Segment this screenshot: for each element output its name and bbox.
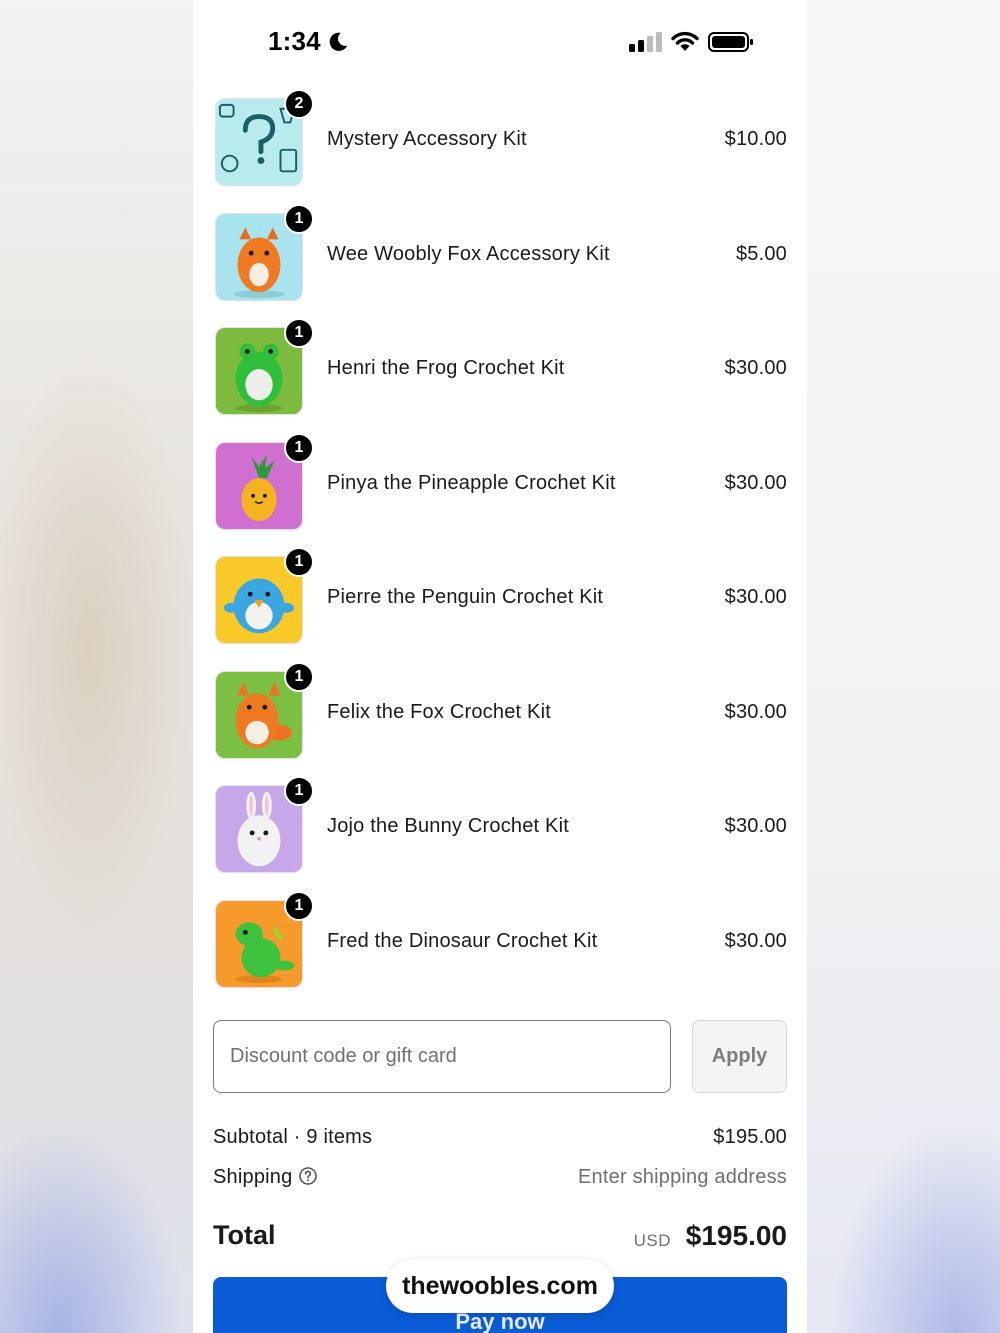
quantity-badge: 1 bbox=[284, 547, 314, 577]
cart-item[interactable]: 1 Pierre the Penguin Crochet Kit $30.00 bbox=[213, 547, 787, 669]
item-price: $30.00 bbox=[724, 586, 787, 608]
cart-item[interactable]: 1 Pinya the Pineapple Crochet Kit $30.00 bbox=[213, 432, 787, 555]
checkout-screen: 1:34 2 Mystery Accessory Kit $10.00 1 We… bbox=[193, 0, 807, 1333]
item-name: Mystery Accessory Kit bbox=[327, 128, 527, 150]
item-name: Pierre the Penguin Crochet Kit bbox=[327, 586, 604, 608]
total-currency: USD bbox=[633, 1231, 671, 1250]
item-name: Felix the Fox Crochet Kit bbox=[327, 700, 551, 723]
total-value: $195.00 bbox=[685, 1220, 787, 1251]
quantity-badge: 2 bbox=[284, 89, 314, 119]
total-label: Total bbox=[213, 1220, 276, 1250]
quantity-badge: 1 bbox=[284, 203, 314, 234]
cart-item[interactable]: 1 Jojo the Bunny Crochet Kit $30.00 bbox=[213, 776, 787, 898]
background-right bbox=[807, 0, 1000, 1333]
battery-icon bbox=[708, 32, 753, 52]
item-price: $30.00 bbox=[724, 700, 787, 723]
background-left bbox=[0, 0, 193, 1333]
item-price: $30.00 bbox=[724, 471, 787, 494]
cart-items-list: 2 Mystery Accessory Kit $10.00 1 Wee Woo… bbox=[213, 89, 787, 1013]
quantity-badge: 1 bbox=[284, 432, 314, 463]
address-bar-url[interactable]: thewoobles.com bbox=[386, 1259, 614, 1313]
subtotal-label: Subtotal · 9 items bbox=[213, 1126, 373, 1148]
item-name: Fred the Dinosaur Crochet Kit bbox=[327, 929, 598, 952]
subtotal-value: $195.00 bbox=[713, 1126, 787, 1148]
discount-row: Apply bbox=[213, 1020, 787, 1093]
shipping-label: Shipping bbox=[213, 1166, 293, 1188]
shipping-label-group: Shipping bbox=[213, 1166, 318, 1189]
quantity-badge: 1 bbox=[284, 890, 314, 921]
wifi-icon bbox=[671, 31, 699, 51]
cart-item[interactable]: 2 Mystery Accessory Kit $10.00 bbox=[213, 89, 787, 211]
shipping-value: Enter shipping address bbox=[578, 1166, 787, 1188]
cellular-signal-icon bbox=[629, 32, 662, 52]
quantity-badge: 1 bbox=[284, 661, 314, 692]
item-name: Wee Woobly Fox Accessory Kit bbox=[327, 242, 610, 265]
item-price: $5.00 bbox=[735, 242, 787, 265]
status-time: 1:34 bbox=[268, 26, 321, 56]
item-price: $10.00 bbox=[724, 128, 787, 150]
cart-item[interactable]: 1 Henri the Frog Crochet Kit $30.00 bbox=[213, 318, 787, 440]
cart-item[interactable]: 1 Felix the Fox Crochet Kit $30.00 bbox=[213, 661, 787, 784]
question-circle-icon[interactable] bbox=[298, 1166, 318, 1186]
apply-button[interactable]: Apply bbox=[692, 1020, 787, 1093]
cart-item[interactable]: 1 Wee Woobly Fox Accessory Kit $5.00 bbox=[213, 203, 787, 326]
quantity-badge: 1 bbox=[284, 776, 314, 806]
item-price: $30.00 bbox=[724, 815, 787, 837]
item-price: $30.00 bbox=[724, 357, 787, 379]
item-price: $30.00 bbox=[724, 929, 787, 952]
item-name: Jojo the Bunny Crochet Kit bbox=[327, 815, 569, 837]
moon-icon bbox=[329, 32, 348, 51]
status-bar: 1:34 bbox=[193, 0, 807, 80]
discount-code-input[interactable] bbox=[213, 1020, 671, 1093]
item-name: Pinya the Pineapple Crochet Kit bbox=[327, 471, 616, 494]
quantity-badge: 1 bbox=[284, 318, 314, 348]
item-name: Henri the Frog Crochet Kit bbox=[327, 357, 565, 379]
cart-item[interactable]: 1 Fred the Dinosaur Crochet Kit $30.00 bbox=[213, 890, 787, 1013]
